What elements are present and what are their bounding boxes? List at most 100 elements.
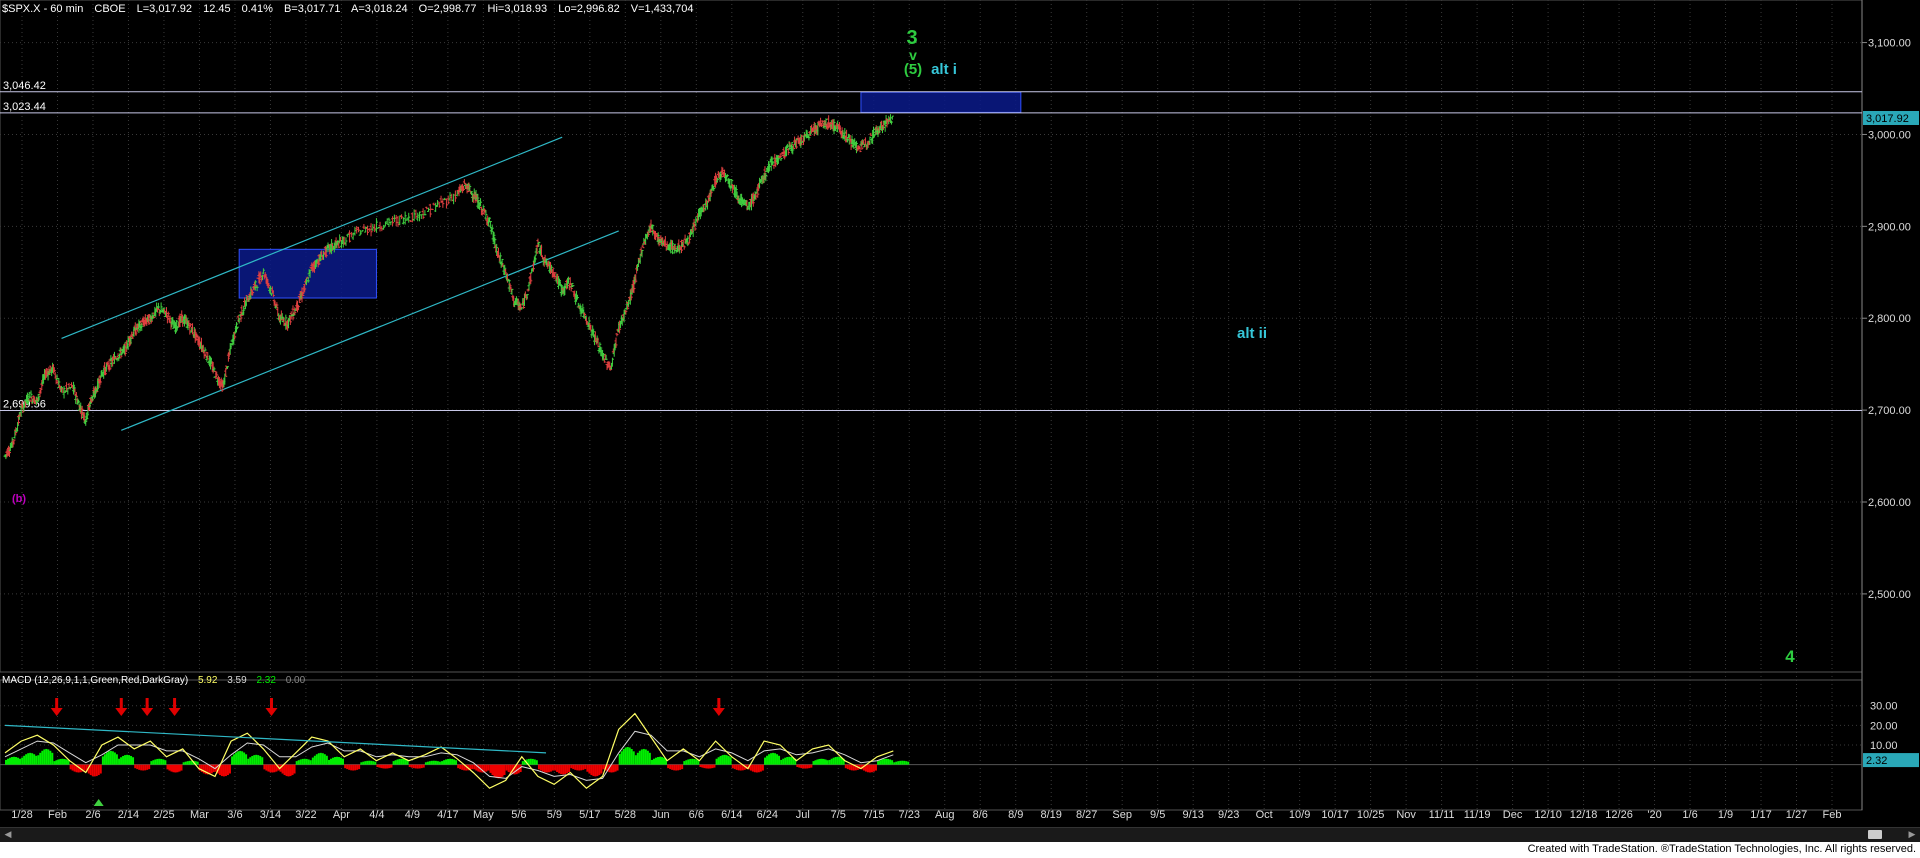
macd-histogram-bar [49, 750, 52, 765]
macd-histogram-bar [806, 764, 809, 769]
macd-histogram-bar [537, 764, 540, 770]
macd-histogram-bar [222, 764, 225, 777]
sell-arrow-icon [141, 708, 154, 716]
horizontal-levels[interactable]: 3,046.423,023.442,699.56 [0, 80, 1862, 412]
scroll-thumb[interactable] [1868, 830, 1882, 839]
macd-histogram-bar [438, 761, 441, 765]
macd-histogram-bar [735, 764, 738, 770]
macd-histogram-bar [142, 764, 145, 771]
macd-histogram-bar [182, 762, 185, 765]
macd-histogram-bar [580, 764, 583, 771]
macd-histogram-bar [338, 757, 340, 765]
macd-histogram-bar [410, 764, 413, 768]
macd-histogram-bar [447, 758, 450, 765]
net-change: 12.45 [203, 3, 231, 15]
level-label: 3,046.42 [3, 80, 46, 92]
bid-price: B=3,017.71 [283, 3, 341, 15]
macd-histogram-bar [531, 758, 534, 765]
x-tick-label: 7/23 [899, 809, 920, 821]
macd-histogram-bar [233, 754, 236, 765]
x-tick-label: 10/17 [1321, 809, 1349, 821]
macd-histogram-bar [453, 759, 456, 765]
x-tick-label: 5/9 [547, 809, 562, 821]
y-tick-label: 3,000.00 [1868, 129, 1911, 141]
macd-histogram-bar [231, 756, 234, 765]
x-tick-label: 1/9 [1718, 809, 1733, 821]
macd-signal-line [4, 730, 894, 781]
x-tick-label: Sep [1112, 809, 1132, 821]
scroll-left-icon[interactable]: ◀ [2, 829, 14, 840]
macd-histogram-bar [592, 764, 595, 777]
macd-histogram-bar [267, 764, 270, 772]
macd-legend: MACD (12,26,9,1,1,Green,Red,DarkGray) 5.… [2, 675, 312, 686]
macd-histogram-bar [539, 764, 542, 771]
macd-histogram-bar [368, 760, 371, 765]
macd-histogram-bar [188, 760, 191, 765]
macd-histogram-bar [689, 758, 692, 765]
sell-arrow-icon [50, 708, 63, 716]
macd-histogram-bar [186, 761, 189, 765]
macd-histogram-bar [346, 764, 349, 770]
macd-histogram-bar [533, 759, 536, 765]
macd-histogram-bar [57, 759, 60, 765]
macd-histogram-bar [693, 758, 696, 765]
macd-histogram-bar [755, 764, 758, 773]
x-tick-label: Feb [48, 809, 67, 821]
macd-y-tick-label: 30.00 [1870, 701, 1898, 713]
macd-histogram-bar [315, 754, 318, 765]
macd-histogram-bar [554, 764, 557, 771]
macd-histogram-bar [812, 761, 815, 765]
macd-histogram-bar [521, 761, 524, 765]
macd-histogram-bar [883, 758, 886, 765]
macd-histogram-bar [426, 761, 429, 765]
macd-histogram-bar [287, 764, 290, 777]
macd-histogram-bar [759, 764, 762, 772]
macd-histogram-bar [386, 764, 389, 769]
macd-histogram-bar [265, 764, 268, 771]
x-tick-label: 6/6 [689, 809, 704, 821]
scroll-right-icon[interactable]: ▶ [1906, 829, 1918, 840]
macd-histogram-bar [237, 751, 240, 765]
macd-histogram-bar [148, 764, 151, 770]
macd-histogram-bar [541, 764, 544, 772]
macd-histogram-bar [503, 764, 506, 775]
price-chart[interactable]: 3,046.423,023.442,699.56 1/28Feb2/62/142… [0, 0, 1920, 858]
macd-histogram-bar [572, 764, 575, 770]
macd-histogram-bar [768, 754, 771, 765]
macd-histogram-bar [719, 755, 722, 765]
macd-histogram-bar [17, 757, 19, 765]
macd-histogram-bar [881, 759, 884, 765]
macd-histogram-bar [158, 758, 161, 765]
macd-histogram-bar [118, 758, 121, 765]
macd-histogram-bar [31, 753, 34, 765]
macd-histogram-bar [487, 764, 490, 771]
macd-histogram-bar [249, 757, 252, 765]
x-tick-label: '20 [1647, 809, 1661, 821]
macd-histogram-bar [659, 756, 661, 765]
macd-histogram-bar [441, 761, 444, 765]
macd-histogram-bar [352, 764, 355, 771]
macd-histogram-bar [731, 764, 734, 769]
macd-histogram-bar [325, 755, 328, 765]
macd-histogram-bar [796, 764, 799, 767]
macd-histogram-bar [903, 760, 906, 765]
macd-histogram-bar [160, 758, 163, 765]
macd-histogram-bar [751, 764, 754, 772]
macd-histogram-bar [328, 759, 330, 765]
macd-histogram-bar [404, 759, 407, 765]
macd-histogram-bar [770, 753, 773, 765]
macd-histogram-bar [588, 764, 591, 774]
macd-histogram-bar [804, 764, 807, 769]
macd-histogram-bar [887, 758, 890, 765]
macd-histogram-bar [39, 752, 42, 765]
macd-histogram-bar [784, 757, 787, 765]
macd-histogram-bar [243, 752, 246, 765]
target-zones [238, 91, 1022, 299]
macd-histogram-bar [626, 746, 629, 765]
macd-histogram-bar [634, 755, 637, 765]
macd-histogram-bar [816, 759, 819, 765]
macd-histogram-bar [35, 755, 38, 765]
macd-histogram-bar [547, 764, 550, 773]
horizontal-scrollbar[interactable]: ◀ ▶ [0, 827, 1920, 842]
y-tick-label: 2,500.00 [1868, 589, 1911, 601]
